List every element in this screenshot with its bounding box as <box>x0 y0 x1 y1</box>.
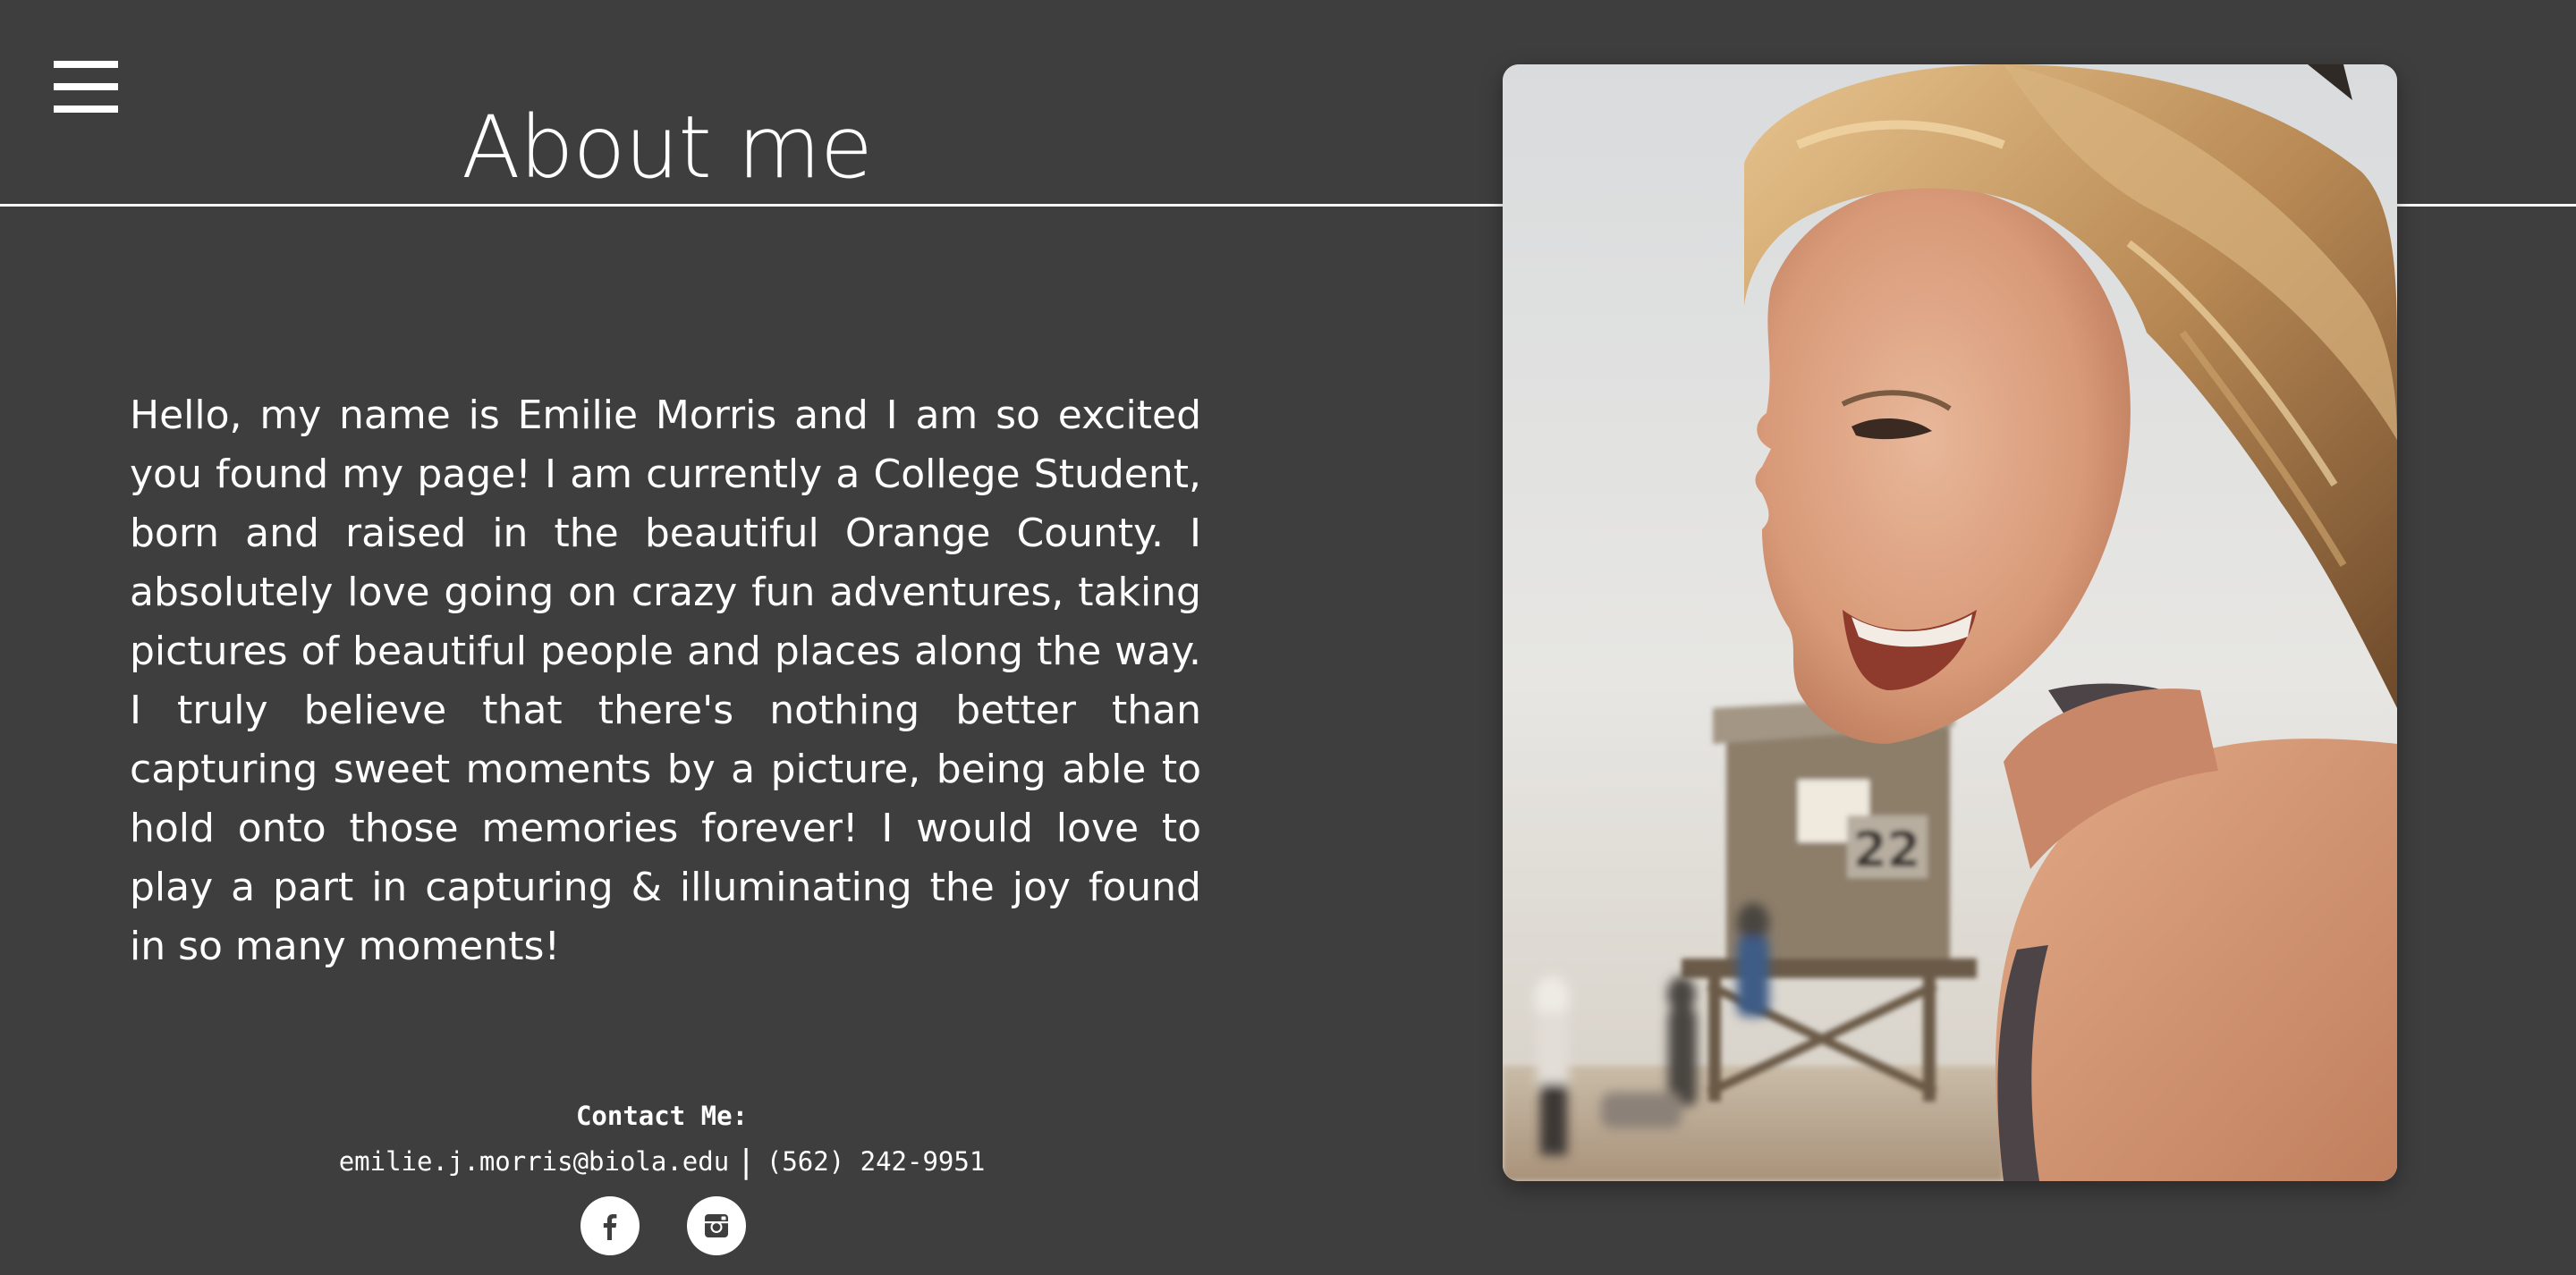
facebook-icon <box>603 1214 617 1240</box>
profile-photo: 22 <box>1503 64 2397 1181</box>
contact-line: emilie.j.morris@biola.edu | (562) 242-9951 <box>268 1139 1055 1185</box>
menu-bar-top <box>54 61 118 68</box>
instagram-icon <box>705 1214 728 1237</box>
menu-bar-middle <box>54 83 118 90</box>
bio-paragraph: Hello, my name is Emilie Morris and I am… <box>130 393 1201 969</box>
page-title: About me <box>462 97 873 198</box>
tower-number: 22 <box>1853 822 1920 878</box>
contact-email[interactable]: emilie.j.morris@biola.edu <box>339 1146 730 1177</box>
instagram-button[interactable] <box>687 1196 746 1255</box>
facebook-button[interactable] <box>580 1196 640 1255</box>
contact-heading: Contact Me: <box>575 1101 749 1131</box>
contact-separator: | <box>736 1144 756 1180</box>
contact-section: Contact Me: emilie.j.morris@biola.edu | (5… <box>268 1093 1055 1185</box>
hamburger-menu-icon[interactable] <box>54 61 118 113</box>
contact-phone[interactable]: (562) 242-9951 <box>767 1146 985 1177</box>
menu-bar-bottom <box>54 106 118 113</box>
